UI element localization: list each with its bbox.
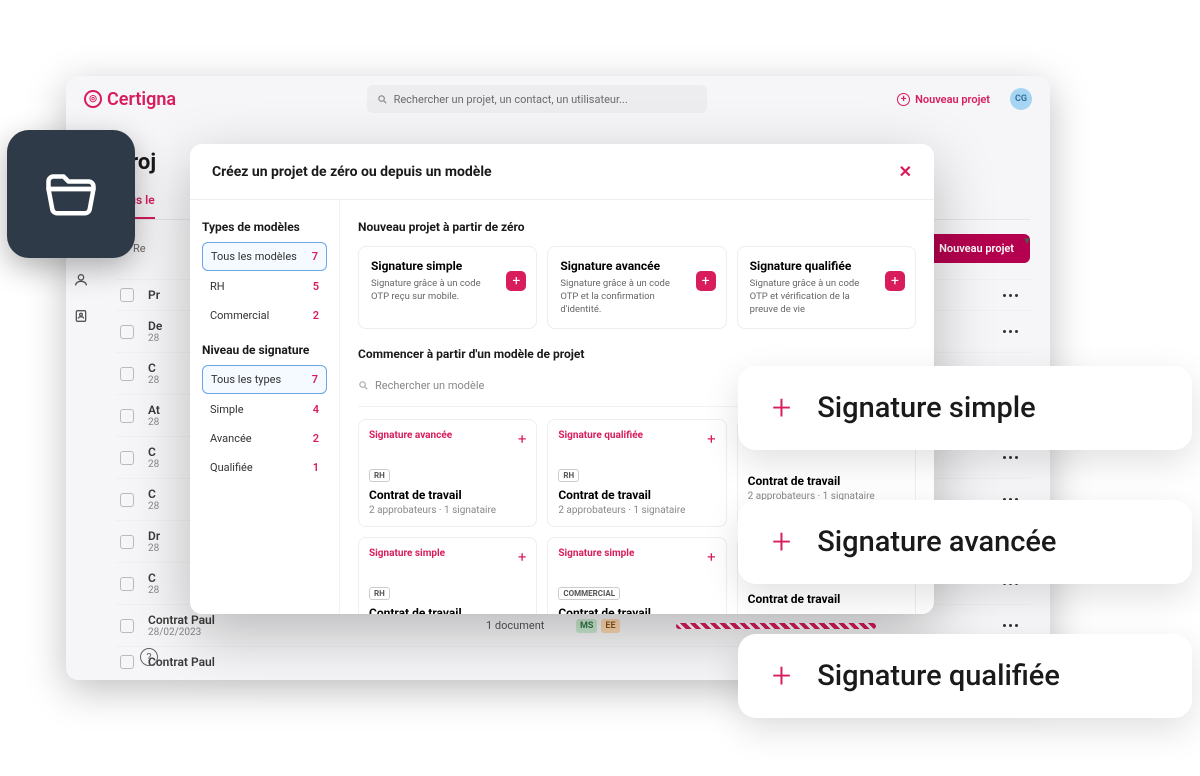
template-card[interactable]: Signature qualifiée + RH Contrat de trav… [547,419,726,527]
float-signature-avancee[interactable]: + Signature avancée [738,500,1192,584]
plus-icon: + [772,522,791,562]
avatar[interactable]: CG [1010,88,1032,110]
topbar: ◎ Certigna Rechercher un projet, un cont… [66,76,1050,122]
progress-bar [676,623,876,629]
add-icon[interactable]: + [707,430,716,448]
brand-logo[interactable]: ◎ Certigna [84,89,176,110]
card-signature-simple[interactable]: Signature simple Signature grâce à un co… [358,246,537,329]
filter-type-commercial[interactable]: Commercial2 [202,302,327,329]
folder-icon [41,164,101,224]
close-icon[interactable]: ✕ [899,162,912,181]
more-icon[interactable] [1003,624,1018,627]
add-icon[interactable]: + [707,548,716,566]
plus-icon: + [772,388,791,428]
new-project-label: Nouveau projet [915,93,990,106]
filter-level-avancee[interactable]: Avancée2 [202,425,327,452]
levels-heading: Niveau de signature [202,343,327,357]
template-card[interactable]: Signature simple + COMMERCIAL Contrat de… [547,537,726,614]
add-icon[interactable]: + [518,548,527,566]
new-project-button[interactable]: + Nouveau projet [897,93,990,106]
section-templates: Commencer à partir d'un modèle de projet [358,347,916,361]
checkbox[interactable] [120,367,134,381]
modal-title: Créez un projet de zéro ou depuis un mod… [212,164,492,180]
plus-icon: + [772,656,791,696]
more-icon[interactable] [1003,330,1018,333]
assignee-chips: MSEE [576,619,620,633]
filter-type-rh[interactable]: RH5 [202,273,327,300]
checkbox[interactable] [120,535,134,549]
search-wrap: Rechercher un projet, un contact, un uti… [196,85,877,113]
template-card[interactable]: Signature avancée + RH Contrat de travai… [358,419,537,527]
checkbox[interactable] [120,655,134,669]
global-search[interactable]: Rechercher un projet, un contact, un uti… [367,85,707,113]
template-card[interactable]: Signature simple + RH Contrat de travail [358,537,537,614]
help-icon[interactable]: ? [140,648,158,666]
modal-sidebar: Types de modèles Tous les modèles7 RH5 C… [190,200,340,614]
card-signature-avancee[interactable]: Signature avancée Signature grâce à un c… [547,246,726,329]
add-icon[interactable]: + [506,271,526,291]
section-from-zero: Nouveau projet à partir de zéro [358,220,916,234]
signature-cards: Signature simple Signature grâce à un co… [358,246,916,329]
float-signature-qualifiee[interactable]: + Signature qualifiée [738,634,1192,718]
more-icon[interactable] [1003,294,1018,297]
add-icon[interactable]: + [885,271,905,291]
plus-icon: + [897,93,910,106]
contacts-icon[interactable] [73,308,89,324]
checkbox[interactable] [120,577,134,591]
brand-name: Certigna [107,89,176,110]
checkbox[interactable] [120,409,134,423]
chevron-down-icon[interactable]: ▼ [1022,236,1032,247]
checkbox[interactable] [120,493,134,507]
add-icon[interactable]: + [696,271,716,291]
more-icon[interactable] [1003,456,1018,459]
filter-type-all[interactable]: Tous les modèles7 [202,242,327,271]
types-heading: Types de modèles [202,220,327,234]
filter-level-simple[interactable]: Simple4 [202,396,327,423]
checkbox[interactable] [120,619,134,633]
new-project-cta[interactable]: Nouveau projet [923,234,1030,263]
users-icon[interactable] [73,272,89,288]
checkbox[interactable] [120,451,134,465]
float-signature-simple[interactable]: + Signature simple [738,366,1192,450]
filter-level-all[interactable]: Tous les types7 [202,365,327,394]
search-placeholder: Rechercher un projet, un contact, un uti… [394,93,628,106]
checkbox[interactable] [120,325,134,339]
checkbox[interactable] [120,288,134,302]
brand-icon: ◎ [84,90,102,108]
modal-header: Créez un projet de zéro ou depuis un mod… [190,144,934,200]
search-icon [358,380,369,391]
filter-level-qualifiee[interactable]: Qualifiée1 [202,454,327,481]
doc-count: 1 document [486,619,544,632]
card-signature-qualifiee[interactable]: Signature qualifiée Signature grâce à un… [737,246,916,329]
add-icon[interactable]: + [518,430,527,448]
search-icon [377,94,388,105]
folder-badge [7,130,135,258]
